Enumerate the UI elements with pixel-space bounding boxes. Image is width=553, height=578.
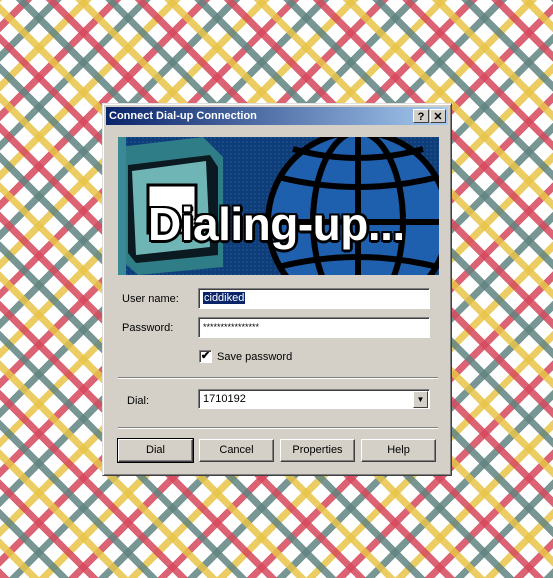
dial-button[interactable]: Dial [117, 438, 194, 463]
dialing-banner: Dialing-up... [118, 137, 439, 275]
save-password-label[interactable]: Save password [217, 351, 292, 363]
username-input[interactable]: ciddiked [198, 288, 430, 309]
save-password-checkbox[interactable]: ✔ [199, 350, 212, 363]
help-title-button[interactable]: ? [413, 109, 429, 123]
dial-label: Dial: [127, 395, 150, 407]
cancel-button[interactable]: Cancel [199, 439, 274, 462]
dialog-title: Connect Dial-up Connection [109, 110, 257, 122]
close-button[interactable]: ✕ [430, 109, 446, 123]
password-label: Password: [122, 322, 174, 334]
properties-button[interactable]: Properties [280, 439, 355, 462]
separator-top [118, 377, 438, 379]
dialup-dialog: Connect Dial-up Connection ? ✕ Dialing-u… [102, 103, 452, 476]
help-button[interactable]: Help [361, 439, 436, 462]
banner-text: Dialing-up... [148, 198, 405, 250]
password-input[interactable]: **************** [198, 317, 430, 338]
dial-number-select[interactable]: 1710192 ▼ [198, 389, 430, 409]
separator-bottom [118, 427, 438, 429]
username-label: User name: [122, 293, 179, 305]
dropdown-arrow-icon[interactable]: ▼ [413, 391, 428, 408]
checkmark-icon: ✔ [200, 350, 211, 362]
password-value: **************** [203, 322, 260, 332]
title-bar[interactable]: Connect Dial-up Connection ? ✕ [106, 107, 448, 125]
username-value: ciddiked [203, 292, 246, 304]
dial-number-value: 1710192 [203, 393, 246, 405]
